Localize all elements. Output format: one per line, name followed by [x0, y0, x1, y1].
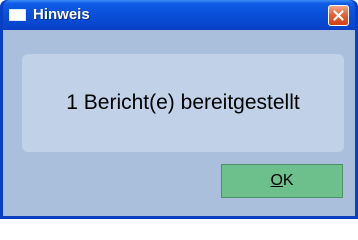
- dialog-window: Hinweis 1 Bericht(e) bereitgestellt OK: [0, 0, 358, 219]
- ok-button-label: OK: [222, 165, 342, 197]
- message-panel: 1 Bericht(e) bereitgestellt: [22, 54, 344, 152]
- window-app-icon: [9, 9, 26, 21]
- window-title: Hinweis: [33, 6, 90, 23]
- close-icon: [333, 10, 344, 21]
- ok-button-mnemonic: O: [270, 172, 283, 189]
- message-text: 1 Bericht(e) bereitgestellt: [66, 91, 300, 114]
- ok-button-label-rest: K: [282, 172, 294, 189]
- ok-button[interactable]: OK: [221, 164, 343, 198]
- close-button[interactable]: [328, 5, 349, 26]
- dialog-client-area: 1 Bericht(e) bereitgestellt OK: [3, 30, 355, 216]
- title-bar[interactable]: Hinweis: [3, 0, 355, 30]
